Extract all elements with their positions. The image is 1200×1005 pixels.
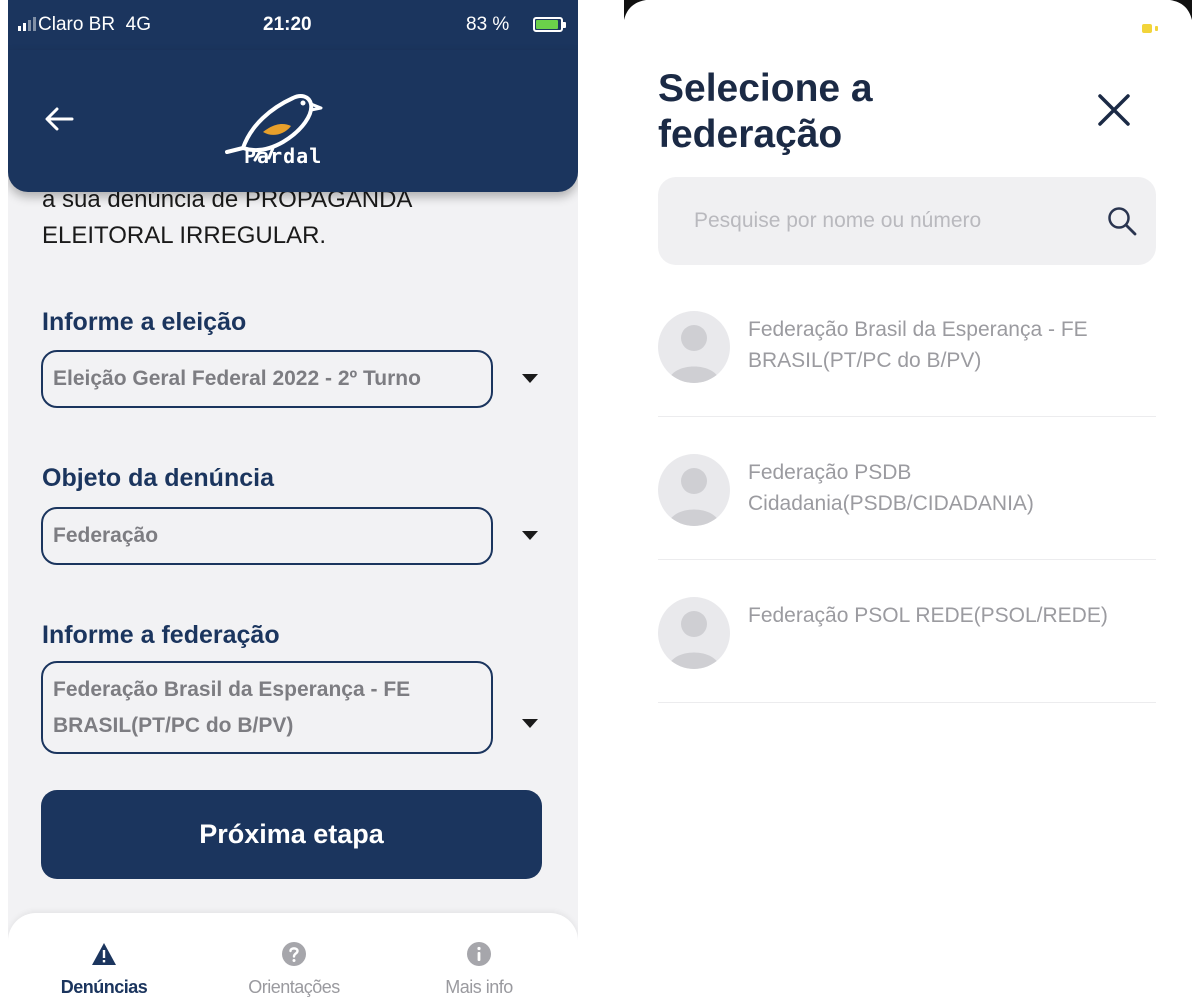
nav-item-orientacoes[interactable]: Orientações xyxy=(226,913,362,1005)
warning-icon xyxy=(92,943,116,965)
federation-name: Federação PSDB Cidadania(PSDB/CIDADANIA) xyxy=(748,461,1034,515)
status-time: 21:20 xyxy=(263,14,312,35)
intro-text: a sua denúncia de PROPAGANDA ELEITORAL I… xyxy=(42,186,412,249)
avatar-placeholder-icon xyxy=(658,311,730,383)
screen-corner-decoration xyxy=(1170,0,1192,20)
logo-text: Pardal xyxy=(244,144,323,168)
federation-select-value: Federação Brasil da Esperança - FE BRASI… xyxy=(53,677,411,737)
chevron-down-icon[interactable] xyxy=(522,531,538,540)
federation-picker-screen: Selecione a federação Federação Brasil d… xyxy=(624,0,1192,1005)
nav-label: Orientações xyxy=(248,977,340,997)
screen-corner-decoration xyxy=(624,0,646,20)
battery-percent: 83 % xyxy=(466,14,510,35)
signal-icon xyxy=(18,17,36,31)
chevron-down-icon[interactable] xyxy=(522,719,538,728)
back-arrow-icon[interactable] xyxy=(42,102,76,136)
form-screen: Claro BR 4G 21:20 83 % Pardal a sua denú… xyxy=(8,0,578,1005)
question-icon xyxy=(282,942,306,966)
federation-select[interactable]: Federação Brasil da Esperança - FE BRASI… xyxy=(41,661,493,754)
modal-title: Selecione a federação xyxy=(658,67,873,156)
pardal-bird-logo-icon xyxy=(225,94,323,162)
nav-label: Denúncias xyxy=(60,977,148,997)
battery-tip-icon xyxy=(1155,26,1158,31)
avatar-placeholder-icon xyxy=(658,597,730,669)
report-object-select[interactable]: Federação xyxy=(41,507,493,565)
report-object-select-value: Federação xyxy=(53,524,159,547)
election-select-value: Eleição Geral Federal 2022 - 2º Turno xyxy=(53,367,421,390)
battery-charging-icon xyxy=(533,17,566,32)
info-icon xyxy=(467,942,491,966)
federation-list-item[interactable]: Federação PSOL REDE(PSOL/REDE) xyxy=(658,560,1156,703)
nav-item-denuncias[interactable]: Denúncias xyxy=(36,913,172,1005)
carrier-name: Claro BR 4G xyxy=(38,14,151,35)
battery-icon xyxy=(1142,24,1152,33)
close-icon[interactable] xyxy=(1090,86,1138,134)
election-select[interactable]: Eleição Geral Federal 2022 - 2º Turno xyxy=(41,350,493,408)
status-bar: Claro BR 4G 21:20 83 % xyxy=(8,0,578,50)
chevron-down-icon[interactable] xyxy=(522,374,538,383)
search-input[interactable] xyxy=(694,197,1074,245)
search-icon[interactable] xyxy=(1106,205,1138,237)
nav-item-mais-info[interactable]: Mais info xyxy=(411,913,547,1005)
federation-list-item[interactable]: Federação Brasil da Esperança - FE BRASI… xyxy=(658,274,1156,417)
election-label: Informe a eleição xyxy=(42,308,247,336)
app-header: Pardal xyxy=(8,50,578,192)
federation-label: Informe a federação xyxy=(42,621,280,649)
federation-list-item[interactable]: Federação PSDB Cidadania(PSDB/CIDADANIA) xyxy=(658,417,1156,560)
report-object-label: Objeto da denúncia xyxy=(42,464,274,492)
search-box xyxy=(658,177,1156,265)
avatar-placeholder-icon xyxy=(658,454,730,526)
federation-name: Federação PSOL REDE(PSOL/REDE) xyxy=(748,604,1108,627)
nav-label: Mais info xyxy=(445,977,513,997)
bottom-navigation: Denúncias Orientações Mais info xyxy=(8,913,578,1005)
federation-name: Federação Brasil da Esperança - FE BRASI… xyxy=(748,318,1088,372)
next-step-button[interactable]: Próxima etapa xyxy=(41,790,542,879)
